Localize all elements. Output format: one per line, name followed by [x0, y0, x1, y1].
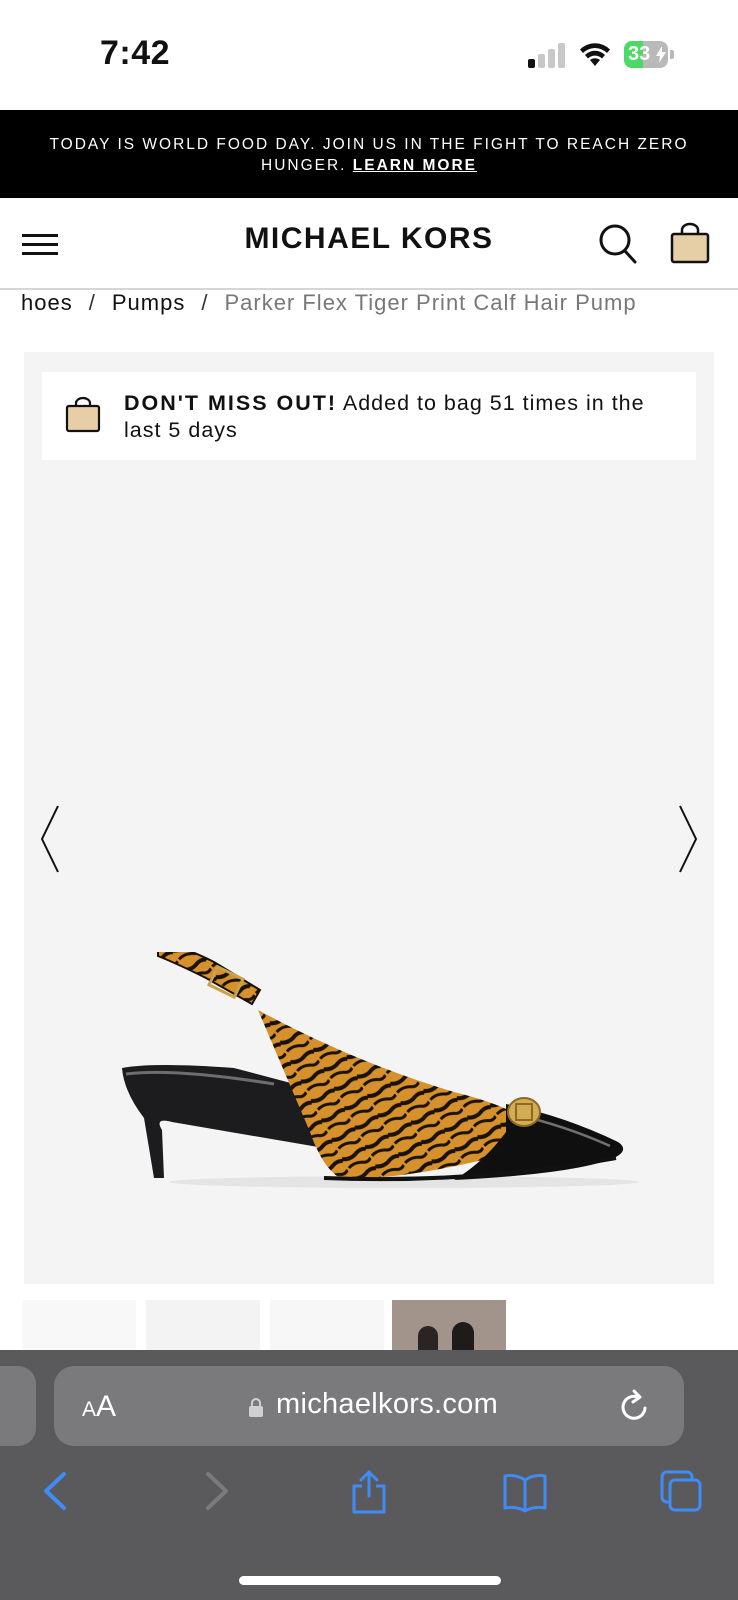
reload-icon[interactable]: [618, 1388, 652, 1424]
share-icon[interactable]: [346, 1468, 392, 1514]
breadcrumb-current: Parker Flex Tiger Print Calf Hair Pump: [224, 290, 637, 315]
lock-icon: [249, 1398, 263, 1417]
thumbnail[interactable]: [392, 1300, 506, 1352]
battery-icon: 33: [624, 41, 674, 68]
forward-icon[interactable]: [192, 1468, 238, 1514]
site-header: MICHAEL KORS: [0, 198, 738, 290]
learn-more-link[interactable]: LEARN MORE: [353, 157, 477, 174]
product-gallery[interactable]: DON'T MISS OUT! Added to bag 51 times in…: [24, 352, 714, 1284]
shopping-bag-icon[interactable]: [668, 222, 712, 266]
breadcrumb-item-shoes[interactable]: hoes: [21, 290, 73, 315]
chevron-right-icon[interactable]: [676, 804, 700, 874]
thumbnail[interactable]: [22, 1300, 136, 1352]
back-icon[interactable]: [34, 1468, 80, 1514]
promo-text: TODAY IS WORLD FOOD DAY. JOIN US IN THE …: [0, 134, 738, 176]
cellular-signal-icon: [528, 42, 568, 68]
chevron-left-icon[interactable]: [38, 804, 62, 874]
breadcrumb-item-pumps[interactable]: Pumps: [112, 290, 185, 315]
thumbnail[interactable]: [146, 1300, 260, 1352]
shopping-bag-icon: [65, 396, 101, 433]
notice-headline: DON'T MISS OUT!: [124, 391, 338, 415]
status-time: 7:42: [100, 34, 171, 72]
search-icon[interactable]: [598, 222, 638, 266]
breadcrumb-separator: /: [201, 290, 209, 315]
demand-notice-text: DON'T MISS OUT! Added to bag 51 times in…: [124, 390, 664, 444]
address-bar[interactable]: AA michaelkors.com: [54, 1366, 684, 1446]
product-image: [122, 952, 639, 1188]
previous-tab-stub[interactable]: [0, 1366, 36, 1446]
home-indicator[interactable]: [239, 1576, 501, 1585]
url-text: michaelkors.com: [276, 1388, 499, 1420]
promo-banner: TODAY IS WORLD FOOD DAY. JOIN US IN THE …: [0, 110, 738, 198]
thumbnail[interactable]: [270, 1300, 384, 1352]
browser-nav-toolbar: [0, 1460, 738, 1530]
browser-toolbar: AA michaelkors.com: [0, 1350, 738, 1600]
breadcrumb-separator: /: [88, 290, 96, 315]
thumbnail-strip: [0, 1300, 738, 1352]
demand-notice: DON'T MISS OUT! Added to bag 51 times in…: [42, 372, 696, 460]
wifi-icon: [580, 43, 610, 66]
breadcrumb: hoes / Pumps / Parker Flex Tiger Print Calf …: [0, 290, 738, 336]
aa-small: A: [82, 1398, 97, 1421]
status-bar: 7:42 33: [0, 0, 738, 110]
tabs-icon[interactable]: [658, 1468, 704, 1514]
bookmarks-icon[interactable]: [502, 1468, 548, 1514]
battery-level: 33: [628, 43, 651, 65]
aa-large: A: [96, 1390, 117, 1423]
reader-options-button[interactable]: AA: [82, 1390, 116, 1424]
